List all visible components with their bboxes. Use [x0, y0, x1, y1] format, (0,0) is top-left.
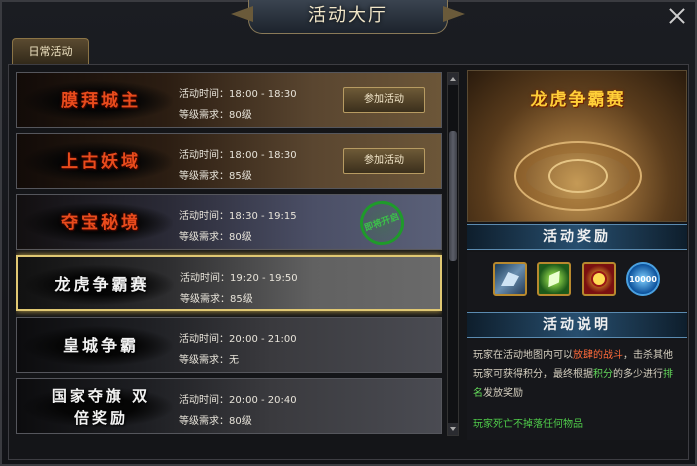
activity-time: 活动时间：20:00 - 20:40	[179, 395, 297, 406]
gold-medal-icon[interactable]	[582, 262, 616, 296]
activity-row[interactable]: 夺宝秘境 活动时间：18:30 - 19:15 等级需求：80级 即将开启	[16, 194, 442, 252]
activity-row-selected[interactable]: 龙虎争霸赛 活动时间：19:20 - 19:50 等级需求：85级	[16, 255, 442, 311]
activity-list: 膜拜城主 活动时间：18:00 - 18:30 等级需求：80级 参加活动 上古…	[16, 72, 442, 436]
scroll-down-icon[interactable]	[448, 423, 458, 435]
arena-center	[548, 159, 608, 193]
activity-level: 等级需求：80级	[179, 232, 252, 243]
activity-description: 玩家在活动地图内可以放肆的战斗，击杀其他玩家可获得积分，最终根据积分的多少进行排…	[467, 340, 687, 440]
activity-name: 国家夺旗 双倍奖励	[51, 387, 151, 427]
activity-level: 等级需求：80级	[179, 110, 252, 121]
activity-name: 膜拜城主	[61, 91, 141, 111]
reward-heading: 活动奖励	[467, 224, 687, 250]
join-activity-button[interactable]: 参加活动	[343, 148, 425, 174]
reward-list: 10000	[467, 252, 687, 310]
activity-name: 上古妖域	[61, 152, 141, 172]
scroll-up-icon[interactable]	[448, 73, 458, 85]
activity-time: 活动时间：19:20 - 19:50	[180, 273, 298, 284]
activity-list-scrollbar[interactable]	[447, 72, 459, 436]
scrollbar-thumb[interactable]	[449, 131, 457, 261]
coming-soon-stamp: 即将开启	[353, 194, 411, 252]
green-gem-icon[interactable]	[537, 262, 571, 296]
activity-time: 活动时间：18:00 - 18:30	[179, 89, 297, 100]
activity-level: 等级需求：80级	[179, 416, 252, 427]
arena-banner-image: 龙虎争霸赛	[467, 70, 687, 222]
blue-orb-icon[interactable]: 10000	[626, 262, 660, 296]
activity-name: 皇城争霸	[62, 336, 139, 355]
close-icon[interactable]	[667, 6, 687, 26]
description-text: 玩家在活动地图内可以放肆的战斗，击杀其他玩家可获得积分，最终根据积分的多少进行排…	[473, 350, 673, 399]
activity-row[interactable]: 国家夺旗 双倍奖励 活动时间：20:00 - 20:40 等级需求：80级	[16, 378, 442, 434]
activity-level: 等级需求：85级	[180, 294, 253, 305]
activity-row[interactable]: 皇城争霸 活动时间：20:00 - 21:00 等级需求：无	[16, 317, 442, 373]
activity-time: 活动时间：20:00 - 21:00	[179, 334, 297, 345]
tab-daily-activities[interactable]: 日常活动	[12, 38, 89, 66]
wing-item-icon[interactable]	[493, 262, 527, 296]
activity-name: 夺宝秘境	[61, 213, 141, 233]
activity-row[interactable]: 上古妖域 活动时间：18:00 - 18:30 等级需求：85级 参加活动	[16, 133, 442, 189]
activity-level: 等级需求：无	[179, 355, 239, 366]
activity-time: 活动时间：18:30 - 19:15	[179, 211, 297, 222]
description-heading: 活动说明	[467, 312, 687, 338]
activity-row[interactable]: 膜拜城主 活动时间：18:00 - 18:30 等级需求：80级 参加活动	[16, 72, 442, 128]
activity-time: 活动时间：18:00 - 18:30	[179, 150, 297, 161]
description-note: 玩家死亡不掉落任何物品	[473, 419, 583, 430]
activity-name: 龙虎争霸赛	[54, 275, 150, 294]
window-title: 活动大厅	[308, 5, 388, 26]
activity-level: 等级需求：85级	[179, 171, 252, 182]
activity-detail-panel: 龙虎争霸赛 活动奖励 10000 活动说明 玩家在活动地图内可以放肆的战斗，击杀…	[467, 70, 687, 440]
title-banner: 活动大厅	[248, 0, 448, 34]
join-activity-button[interactable]: 参加活动	[343, 87, 425, 113]
event-title: 龙虎争霸赛	[530, 90, 626, 110]
